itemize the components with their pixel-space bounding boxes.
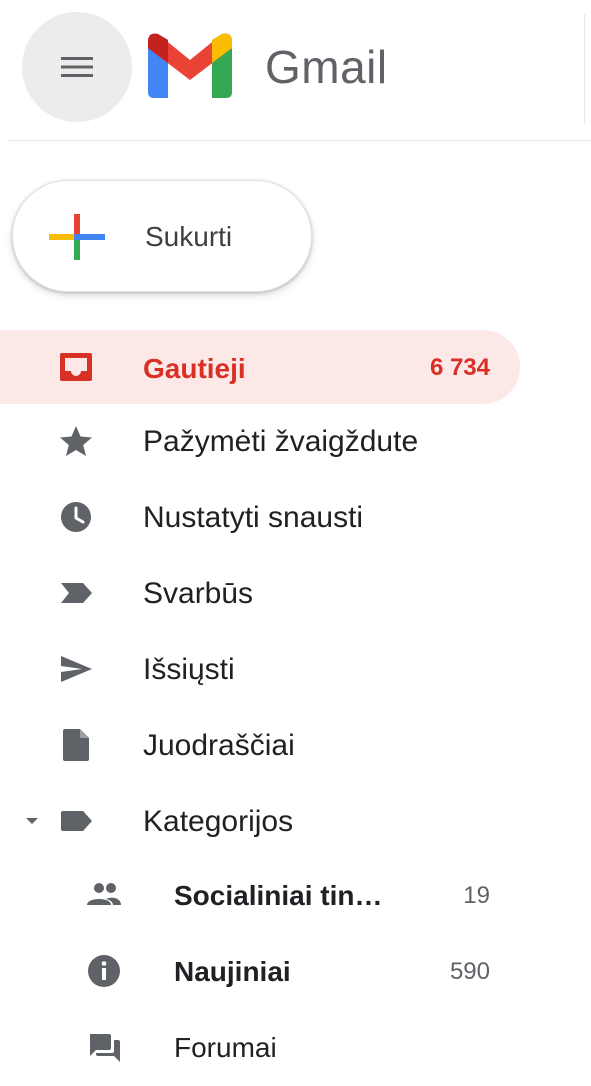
category-item-updates[interactable]: Naujiniai 590 — [0, 934, 520, 1008]
info-icon — [88, 955, 120, 987]
main-menu-button[interactable] — [22, 12, 132, 122]
category-count-social: 19 — [463, 882, 490, 909]
nav-item-categories[interactable]: Kategorijos — [0, 784, 520, 858]
nav-label-drafts: Juodraščiai — [143, 729, 295, 762]
chevron-down-icon[interactable] — [24, 813, 40, 829]
category-item-social[interactable]: Socialiniai tin… 19 — [0, 858, 520, 932]
category-item-forums[interactable]: Forumai — [0, 1010, 520, 1084]
inbox-icon — [60, 353, 92, 381]
header-search-edge — [584, 14, 585, 124]
nav-item-inbox[interactable]: Gautieji 6 734 — [0, 330, 520, 404]
nav-label-snoozed: Nustatyti snausti — [143, 501, 364, 534]
nav-item-drafts[interactable]: Juodraščiai — [0, 708, 520, 782]
nav-label-sent: Išsiųsti — [143, 653, 235, 686]
header: Gmail — [0, 0, 591, 140]
nav-label-inbox: Gautieji — [143, 353, 246, 384]
clock-icon — [61, 502, 91, 532]
label-icon — [61, 811, 92, 831]
compose-label: Sukurti — [145, 221, 233, 252]
draft-document-icon — [63, 729, 89, 761]
nav-item-sent[interactable]: Išsiųsti — [0, 632, 520, 706]
category-label-updates: Naujiniai — [174, 956, 291, 987]
category-label-social: Socialiniai tin… — [174, 880, 383, 911]
important-label-icon — [61, 583, 92, 603]
nav-item-starred[interactable]: Pažymėti žvaigždute — [0, 404, 520, 478]
colored-plus-icon — [49, 214, 105, 260]
nav-label-important: Svarbūs — [143, 577, 254, 610]
send-icon — [61, 656, 92, 682]
people-icon — [87, 883, 121, 905]
category-count-updates: 590 — [449, 958, 490, 985]
nav-label-starred: Pažymėti žvaigždute — [143, 425, 419, 458]
nav-item-snoozed[interactable]: Nustatyti snausti — [0, 480, 520, 554]
nav-count-inbox: 6 734 — [429, 354, 490, 381]
forum-icon — [90, 1034, 120, 1062]
compose-button[interactable]: Sukurti — [12, 180, 312, 292]
hamburger-menu-icon — [61, 57, 93, 77]
star-icon — [60, 426, 92, 456]
app-name: Gmail — [265, 41, 388, 93]
category-label-forums: Forumai — [174, 1032, 277, 1063]
gmail-m-logo-icon[interactable] — [148, 32, 232, 98]
nav-label-categories: Kategorijos — [143, 805, 294, 838]
nav-item-important[interactable]: Svarbūs — [0, 556, 520, 630]
header-divider — [8, 140, 591, 141]
